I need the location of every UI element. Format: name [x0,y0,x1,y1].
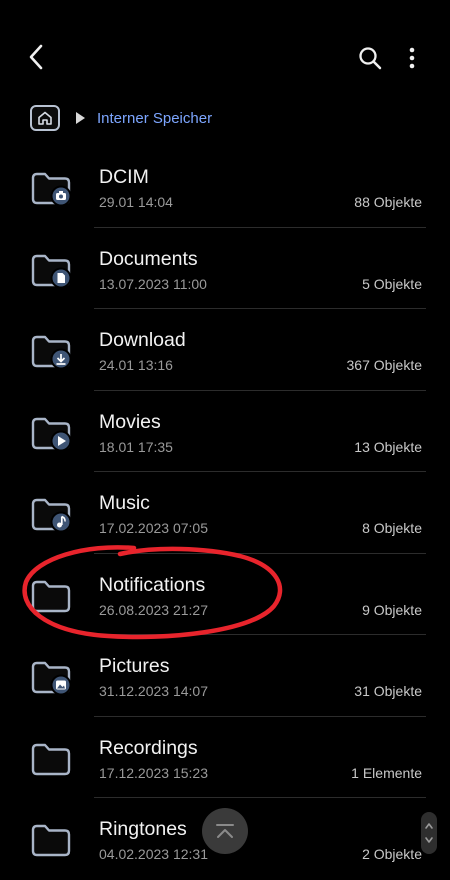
scrollbar-handle-icon [425,823,433,843]
folder-date: 24.01 13:16 [99,357,173,373]
folder-name: Pictures [99,655,170,677]
folder-name: Movies [99,410,161,433]
folder-date: 31.12.2023 14:07 [99,683,208,699]
folder-item-count: 13 Objekte [354,438,422,455]
folder-name: Documents [99,247,198,270]
folder-row[interactable]: Recordings 17.12.2023 15:23 1 Elemente [0,717,450,798]
breadcrumb: Interner Speicher [30,104,212,132]
folder-item-count: 9 Objekte [362,601,422,618]
folder-name: Music [99,492,150,514]
folder-camera-icon [30,170,72,207]
folder-item-count: 367 Objekte [346,357,423,373]
folder-play-icon [30,415,72,451]
folder-name: Notifications [99,573,206,596]
folder-name: Recordings [99,736,198,759]
folder-item-count: 88 Objekte [354,194,422,210]
folder-row[interactable]: Movies 18.01 17:35 13 Objekte [0,391,450,472]
folder-icon [30,822,72,858]
top-app-bar [0,0,450,110]
folder-item-count: 8 Objekte [362,520,422,536]
scrollbar-handle[interactable] [421,812,437,854]
folder-row[interactable]: DCIM 29.01 14:04 88 Objekte [0,146,450,228]
folder-date: 18.01 17:35 [99,438,173,455]
folder-document-icon [30,252,72,288]
folder-icon [30,741,72,777]
folder-icon [30,578,72,614]
folder-image-icon [30,659,72,696]
folder-item-count: 31 Objekte [354,683,422,699]
folder-date: 17.02.2023 07:05 [99,520,208,536]
folder-row[interactable]: Download 24.01 13:16 367 Objekte [0,309,450,391]
breadcrumb-storage-label[interactable]: Interner Speicher [97,110,212,127]
scroll-to-top-button[interactable] [202,808,248,854]
folder-download-icon [30,333,72,370]
folder-row[interactable]: Documents 13.07.2023 11:00 5 Objekte [0,228,450,309]
folder-date: 29.01 14:04 [99,194,173,210]
home-button[interactable] [30,105,60,131]
more-options-button[interactable] [398,42,426,74]
search-button[interactable] [354,42,386,74]
back-button[interactable] [20,40,54,74]
folder-date: 04.02.2023 12:31 [99,846,208,862]
folder-name: DCIM [99,166,149,188]
folder-music-icon [30,496,72,533]
folder-item-count: 2 Objekte [362,846,422,862]
folder-item-count: 5 Objekte [362,275,422,292]
chevron-left-icon [29,44,43,70]
search-icon [359,47,382,70]
scroll-to-top-icon [216,824,234,838]
folder-date: 17.12.2023 15:23 [99,764,208,781]
folder-row[interactable]: Music 17.02.2023 07:05 8 Objekte [0,472,450,554]
folder-date: 13.07.2023 11:00 [99,275,207,292]
folder-list: DCIM 29.01 14:04 88 Objekte Documents 13.07.… [0,146,450,880]
folder-date: 26.08.2023 21:27 [99,601,208,618]
folder-item-count: 1 Elemente [351,764,422,781]
breadcrumb-arrow-icon [76,112,85,124]
folder-name: Ringtones [99,818,187,840]
folder-row[interactable]: Notifications 26.08.2023 21:27 9 Objekte [0,554,450,635]
more-vertical-icon [409,47,415,69]
home-icon [38,111,52,125]
folder-name: Download [99,329,186,351]
folder-row[interactable]: Pictures 31.12.2023 14:07 31 Objekte [0,635,450,717]
